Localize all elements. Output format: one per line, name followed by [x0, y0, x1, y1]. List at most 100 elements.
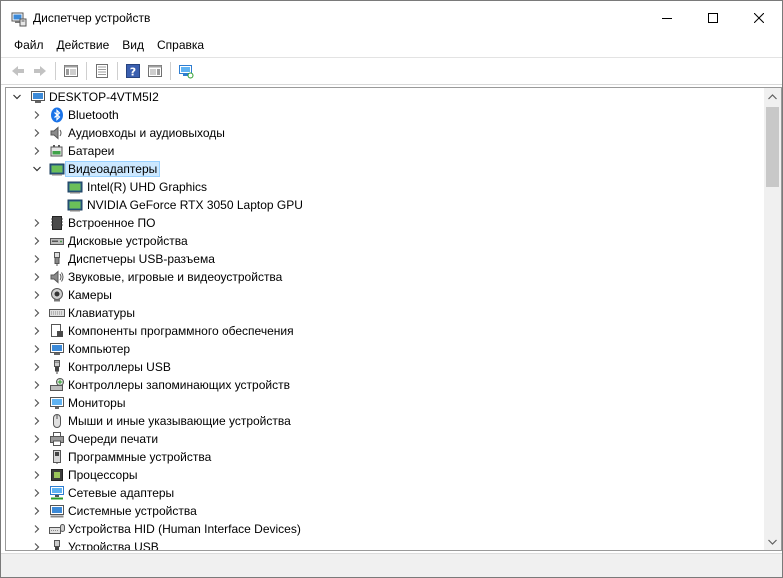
tree-category-computer[interactable]: Компьютер	[6, 340, 762, 358]
display-adapter-icon	[67, 179, 83, 195]
tree-device-intel-uhd[interactable]: Intel(R) UHD Graphics	[6, 178, 762, 196]
device-tree-panel[interactable]: DESKTOP-4VTM5I2 Bluetooth Аудиовходы и а…	[5, 87, 782, 551]
vertical-scrollbar[interactable]	[764, 88, 781, 550]
tree-category-usb-controllers[interactable]: Контроллеры USB	[6, 358, 762, 376]
tree-device-nvidia-rtx3050[interactable]: NVIDIA GeForce RTX 3050 Laptop GPU	[6, 196, 762, 214]
chevron-right-icon[interactable]	[32, 524, 42, 534]
chevron-right-icon[interactable]	[32, 344, 42, 354]
chevron-down-icon[interactable]	[12, 92, 22, 102]
tree-category-label: Сетевые адаптеры	[68, 486, 175, 500]
chevron-right-icon[interactable]	[32, 326, 42, 336]
tree-category-label: Батареи	[68, 144, 115, 158]
minimize-icon	[662, 18, 672, 19]
help-button[interactable]: ?	[122, 60, 144, 82]
menu-help[interactable]: Справка	[151, 36, 210, 56]
chevron-right-icon[interactable]	[32, 488, 42, 498]
show-action-pane-button[interactable]	[144, 60, 166, 82]
tree-category-usb-connector[interactable]: Диспетчеры USB-разъема	[6, 250, 762, 268]
show-hide-console-tree-button[interactable]	[60, 60, 82, 82]
minimize-button[interactable]	[644, 1, 690, 35]
tree-category-sound[interactable]: Звуковые, игровые и видеоустройства	[6, 268, 762, 286]
chevron-right-icon[interactable]	[32, 272, 42, 282]
properties-button[interactable]	[91, 60, 113, 82]
chevron-right-icon[interactable]	[32, 110, 42, 120]
tree-category-bluetooth[interactable]: Bluetooth	[6, 106, 762, 124]
tree-category-storage-controllers[interactable]: Контроллеры запоминающих устройств	[6, 376, 762, 394]
tree-category-keyboards[interactable]: Клавиатуры	[6, 304, 762, 322]
chevron-right-icon[interactable]	[32, 290, 42, 300]
tree-category-monitors[interactable]: Мониторы	[6, 394, 762, 412]
tree-category-processors[interactable]: Процессоры	[6, 466, 762, 484]
tree-category-print-queues[interactable]: Очереди печати	[6, 430, 762, 448]
chevron-right-icon[interactable]	[32, 128, 42, 138]
chevron-right-icon[interactable]	[32, 434, 42, 444]
close-button[interactable]	[736, 1, 782, 35]
tree-category-usb-devices[interactable]: Устройства USB	[6, 538, 762, 551]
menu-view[interactable]: Вид	[116, 36, 150, 56]
scrollbar-thumb[interactable]	[766, 107, 779, 187]
maximize-button[interactable]	[690, 1, 736, 35]
tree-category-label: Дисковые устройства	[68, 234, 188, 248]
computer-icon	[49, 341, 65, 357]
close-icon	[754, 13, 764, 23]
chevron-right-icon[interactable]	[32, 218, 42, 228]
status-bar	[1, 553, 782, 577]
tree-category-mice[interactable]: Мыши и иные указывающие устройства	[6, 412, 762, 430]
scan-hardware-button[interactable]	[175, 60, 197, 82]
tree-category-batteries[interactable]: Батареи	[6, 142, 762, 160]
chevron-right-icon[interactable]	[32, 542, 42, 550]
speaker-icon	[49, 125, 65, 141]
tree-category-label: Устройства USB	[68, 540, 159, 551]
chevron-down-icon[interactable]	[32, 164, 42, 174]
device-manager-icon	[11, 11, 27, 27]
tree-category-cameras[interactable]: Камеры	[6, 286, 762, 304]
tree-category-software-devices[interactable]: Программные устройства	[6, 448, 762, 466]
scroll-up-button[interactable]	[764, 88, 781, 105]
tree-category-hid[interactable]: Устройства HID (Human Interface Devices)	[6, 520, 762, 538]
chevron-right-icon[interactable]	[32, 398, 42, 408]
usb-connector-icon	[49, 251, 65, 267]
chevron-right-icon[interactable]	[32, 506, 42, 516]
printer-icon	[49, 431, 65, 447]
scroll-up-arrow-icon	[768, 93, 777, 99]
sound-icon	[49, 269, 65, 285]
tree-category-label: Видеоадаптеры	[64, 161, 161, 177]
chevron-right-icon[interactable]	[32, 254, 42, 264]
chevron-right-icon[interactable]	[32, 380, 42, 390]
tree-category-network-adapters[interactable]: Сетевые адаптеры	[6, 484, 762, 502]
tree-category-software-components[interactable]: Компоненты программного обеспечения	[6, 322, 762, 340]
chevron-right-icon[interactable]	[32, 146, 42, 156]
software-device-icon	[49, 449, 65, 465]
forward-arrow-icon	[34, 66, 46, 76]
maximize-icon	[708, 13, 718, 23]
tree-root[interactable]: DESKTOP-4VTM5I2	[6, 88, 762, 106]
tree-category-display-adapters[interactable]: Видеоадаптеры	[6, 160, 762, 178]
tree-category-label: Диспетчеры USB-разъема	[68, 252, 215, 266]
tree-category-audio-io[interactable]: Аудиовходы и аудиовыходы	[6, 124, 762, 142]
software-component-icon	[49, 323, 65, 339]
chevron-right-icon[interactable]	[32, 236, 42, 246]
chevron-right-icon[interactable]	[32, 416, 42, 426]
show-hide-console-tree-icon	[64, 65, 78, 77]
back-button[interactable]	[7, 60, 29, 82]
tree-category-system-devices[interactable]: Системные устройства	[6, 502, 762, 520]
forward-button[interactable]	[29, 60, 51, 82]
monitor-icon	[49, 395, 65, 411]
window-title: Диспетчер устройств	[33, 11, 151, 25]
toolbar-separator	[86, 62, 87, 80]
tree-category-firmware[interactable]: Встроенное ПО	[6, 214, 762, 232]
tree-category-disk-drives[interactable]: Дисковые устройства	[6, 232, 762, 250]
tree-category-label: Программные устройства	[68, 450, 212, 464]
scroll-down-button[interactable]	[764, 533, 781, 550]
processor-icon	[49, 467, 65, 483]
menu-file[interactable]: Файл	[8, 36, 50, 56]
menu-action[interactable]: Действие	[51, 36, 116, 56]
chevron-right-icon[interactable]	[32, 470, 42, 480]
bluetooth-icon	[49, 107, 65, 123]
chevron-right-icon[interactable]	[32, 452, 42, 462]
chevron-right-icon[interactable]	[32, 308, 42, 318]
tree-category-label: Очереди печати	[68, 432, 159, 446]
chevron-right-icon[interactable]	[32, 362, 42, 372]
scan-hardware-icon	[179, 65, 194, 79]
title-bar[interactable]: Диспетчер устройств	[1, 1, 782, 35]
